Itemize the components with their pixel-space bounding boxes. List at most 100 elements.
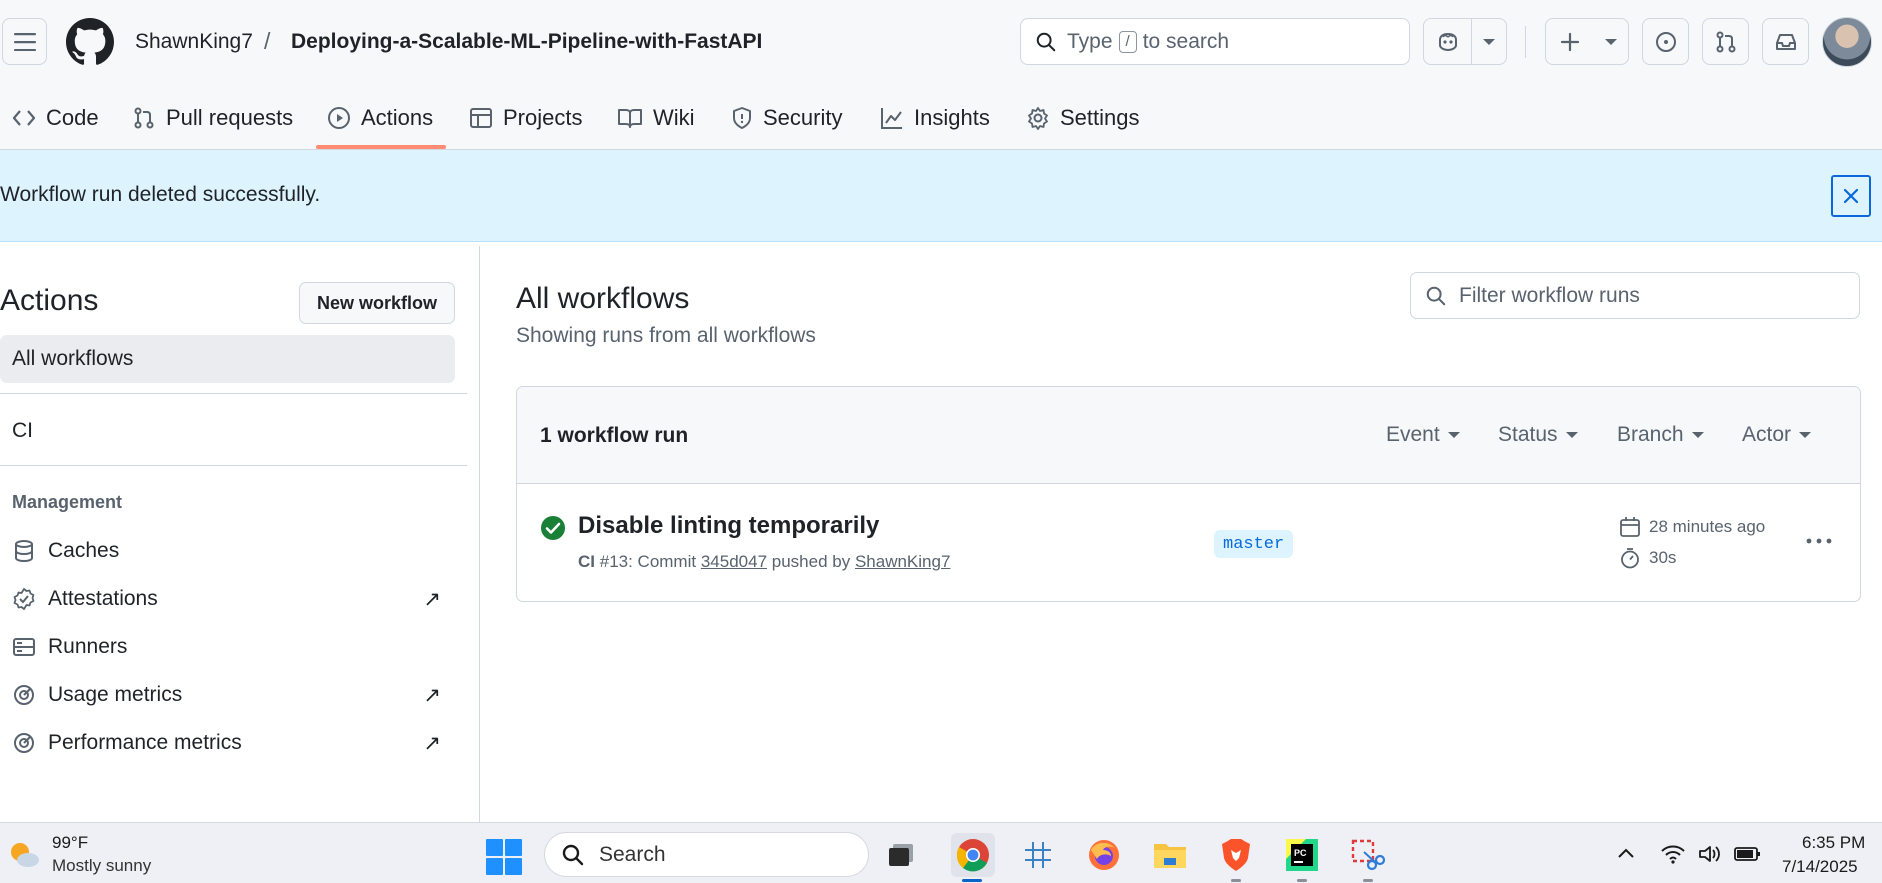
pycharm-icon[interactable]: PC [1282, 835, 1322, 875]
external-link-icon: ↗ [423, 683, 441, 707]
page-subtitle: Showing runs from all workflows [516, 324, 816, 347]
workflow-runs-list: 1 workflow run Event Status Branch Actor… [516, 386, 1861, 602]
tab-code[interactable]: Code [12, 98, 99, 138]
plus-icon[interactable] [1546, 19, 1594, 64]
management-heading: Management [12, 492, 123, 512]
book-icon [618, 109, 642, 128]
chevron-down-icon[interactable] [1472, 19, 1506, 64]
actor-filter-dropdown[interactable]: Actor [1742, 423, 1812, 447]
sidebar-item-performance-metrics[interactable]: Performance metrics ↗ [0, 721, 455, 765]
runs-list-header: 1 workflow run Event Status Branch Actor [517, 387, 1860, 484]
run-timestamp: 28 minutes ago [1619, 516, 1765, 538]
tab-settings[interactable]: Settings [1026, 98, 1140, 138]
workflow-run-row[interactable]: Disable linting temporarily CI #13: Comm… [517, 484, 1860, 601]
svg-text:PC: PC [1294, 848, 1307, 858]
filter-placeholder: Filter workflow runs [1459, 283, 1640, 307]
chevron-down-icon[interactable] [1594, 19, 1628, 64]
task-view-icon[interactable] [882, 835, 922, 875]
external-link-icon: ↗ [423, 587, 441, 611]
calendar-icon [1620, 517, 1640, 537]
sidebar-item-ci[interactable]: CI [0, 407, 455, 455]
tab-projects[interactable]: Projects [469, 98, 582, 138]
sidebar-item-label: Runners [48, 635, 128, 658]
tab-label: Projects [503, 105, 583, 130]
tab-label: Settings [1060, 105, 1140, 130]
pull-requests-button[interactable] [1702, 18, 1749, 65]
flash-close-button[interactable] [1831, 175, 1871, 217]
external-link-icon: ↗ [423, 731, 441, 755]
tab-security[interactable]: Security [731, 98, 842, 138]
tab-insights[interactable]: Insights [880, 98, 990, 138]
pull-request-icon [134, 107, 154, 129]
pull-request-icon [1716, 31, 1735, 52]
github-logo-icon[interactable] [66, 18, 114, 66]
sidebar-item-caches[interactable]: Caches [0, 529, 455, 573]
global-search-input[interactable]: Type / to search [1020, 18, 1410, 65]
breadcrumb-owner[interactable]: ShawnKing7 [135, 30, 253, 54]
success-check-icon [541, 516, 565, 540]
search-shortcut-key: / [1118, 30, 1137, 53]
filter-label: Actor [1742, 423, 1792, 446]
issues-button[interactable] [1642, 18, 1689, 65]
windows-start-icon[interactable] [486, 839, 522, 875]
clock-date[interactable]: 7/14/2025 [1782, 857, 1858, 877]
event-filter-dropdown[interactable]: Event [1386, 423, 1460, 447]
wifi-icon[interactable] [1660, 844, 1686, 864]
taskbar-search-label: Search [599, 842, 666, 866]
play-icon [328, 107, 350, 129]
commit-link[interactable]: 345d047 [701, 552, 767, 571]
actor-link[interactable]: ShawnKing7 [855, 552, 950, 571]
chevron-up-icon[interactable] [1617, 847, 1635, 859]
sidebar-item-runners[interactable]: Runners [0, 625, 455, 669]
database-icon [15, 540, 33, 563]
branch-badge[interactable]: master [1214, 530, 1294, 558]
active-tab-indicator [316, 145, 446, 149]
file-explorer-icon[interactable] [1150, 835, 1190, 875]
sidebar-item-attestations[interactable]: Attestations ↗ [0, 577, 455, 621]
branch-filter-dropdown[interactable]: Branch [1617, 423, 1704, 447]
chevron-down-icon [1799, 432, 1812, 438]
weather-desc: Mostly sunny [52, 856, 152, 875]
inbox-icon [1775, 33, 1796, 50]
sidebar-item-all-workflows[interactable]: All workflows [0, 335, 455, 383]
sidebar-item-usage-metrics[interactable]: Usage metrics ↗ [0, 673, 455, 717]
brave-icon[interactable] [1216, 835, 1256, 875]
filter-label: Status [1498, 423, 1558, 446]
issue-opened-icon [1655, 31, 1676, 52]
flash-banner: Workflow run deleted successfully. [0, 150, 1882, 242]
copilot-icon[interactable] [1424, 19, 1471, 64]
flash-message: Workflow run deleted successfully. [0, 183, 321, 206]
firefox-icon[interactable] [1084, 835, 1124, 875]
filter-label: Event [1386, 423, 1440, 446]
filter-workflow-runs-input[interactable]: Filter workflow runs [1410, 272, 1860, 319]
create-new-button[interactable] [1545, 18, 1629, 65]
code-icon [12, 110, 36, 126]
breadcrumb-repo[interactable]: Deploying-a-Scalable-ML-Pipeline-with-Fa… [291, 30, 762, 54]
volume-icon[interactable] [1698, 844, 1722, 864]
tab-actions[interactable]: Actions [327, 98, 433, 138]
inbox-button[interactable] [1762, 18, 1809, 65]
new-workflow-button[interactable]: New workflow [299, 282, 455, 324]
tab-wiki[interactable]: Wiki [617, 98, 695, 138]
taskbar-search[interactable]: Search [544, 832, 869, 877]
user-avatar[interactable] [1822, 17, 1872, 67]
search-suffix: to search [1142, 29, 1230, 53]
repo-tabs: Code Pull requests Actions Projects Wiki… [0, 84, 1882, 150]
snipping-tool-icon[interactable] [1348, 835, 1388, 875]
status-filter-dropdown[interactable]: Status [1498, 423, 1578, 447]
battery-icon[interactable] [1734, 845, 1762, 863]
run-time-ago: 28 minutes ago [1649, 517, 1766, 536]
running-app-indicator [1231, 879, 1241, 882]
run-more-options-button[interactable] [1802, 524, 1836, 558]
clock-time[interactable]: 6:35 PM [1802, 833, 1865, 853]
run-title-link[interactable]: Disable linting temporarily [578, 512, 879, 540]
copilot-button[interactable] [1423, 18, 1507, 65]
meter-icon [14, 685, 34, 705]
weather-icon[interactable] [6, 838, 42, 870]
tab-pull-requests[interactable]: Pull requests [132, 98, 293, 138]
menu-button[interactable] [2, 18, 47, 65]
snipping-grid-icon[interactable] [1018, 835, 1058, 875]
meter-icon [14, 733, 34, 753]
chrome-icon[interactable] [951, 833, 995, 877]
table-icon [470, 108, 492, 128]
